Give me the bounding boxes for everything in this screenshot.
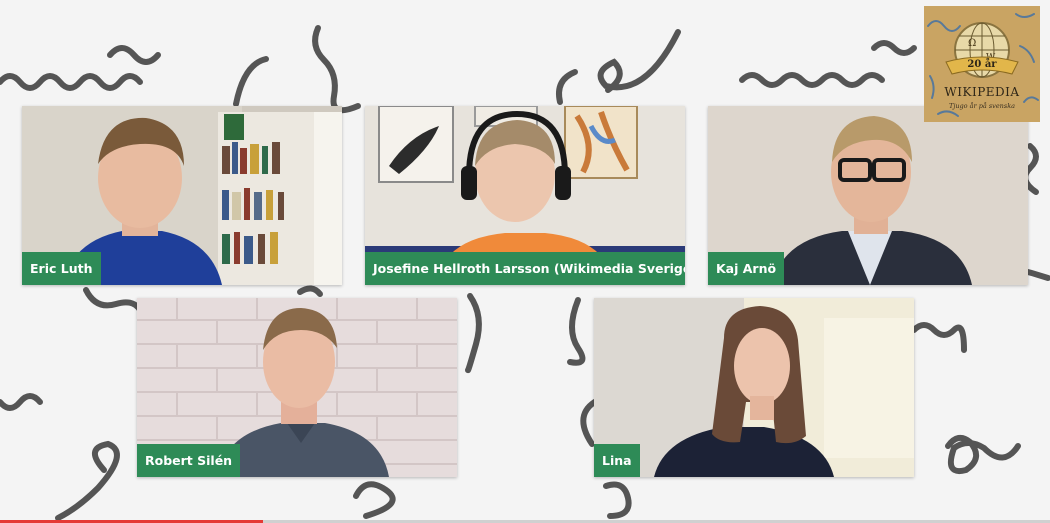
participant-name: Josefine Hellroth Larsson (Wikimedia Sve…: [373, 261, 685, 276]
badge-tagline: Tjugo år på svenska: [948, 102, 1016, 110]
participant-name-tag: Eric Luth: [22, 252, 101, 285]
participant-name: Lina: [602, 453, 632, 468]
participant-name-tag: Kaj Arnö: [708, 252, 785, 285]
wikipedia-20-year-logo: Ω W 20 år Wikipedia Tjugo år på svenska: [924, 6, 1040, 122]
participant-name: Robert Silén: [145, 453, 233, 468]
participant-video-feed: [594, 298, 914, 477]
participant-name-tag: Josefine Hellroth Larsson (Wikimedia Sve…: [365, 252, 685, 285]
badge-anniversary-text: 20 år: [967, 59, 997, 70]
participant-name: Kaj Arnö: [716, 261, 777, 276]
video-tile-kaj-arno[interactable]: Kaj Arnö: [708, 106, 1028, 285]
video-tile-josefine-hellroth-larsson[interactable]: Josefine Hellroth Larsson (Wikimedia Sve…: [365, 106, 685, 285]
video-tile-lina[interactable]: Lina: [594, 298, 914, 477]
participant-name-tag: Lina: [594, 444, 640, 477]
participant-name-tag: Robert Silén: [137, 444, 241, 477]
participant-name: Eric Luth: [30, 261, 93, 276]
video-tile-eric-luth[interactable]: Eric Luth: [22, 106, 342, 285]
video-tile-robert-silen[interactable]: Robert Silén: [137, 298, 457, 477]
badge-title: Wikipedia: [944, 85, 1020, 99]
svg-text:Ω: Ω: [968, 38, 976, 49]
